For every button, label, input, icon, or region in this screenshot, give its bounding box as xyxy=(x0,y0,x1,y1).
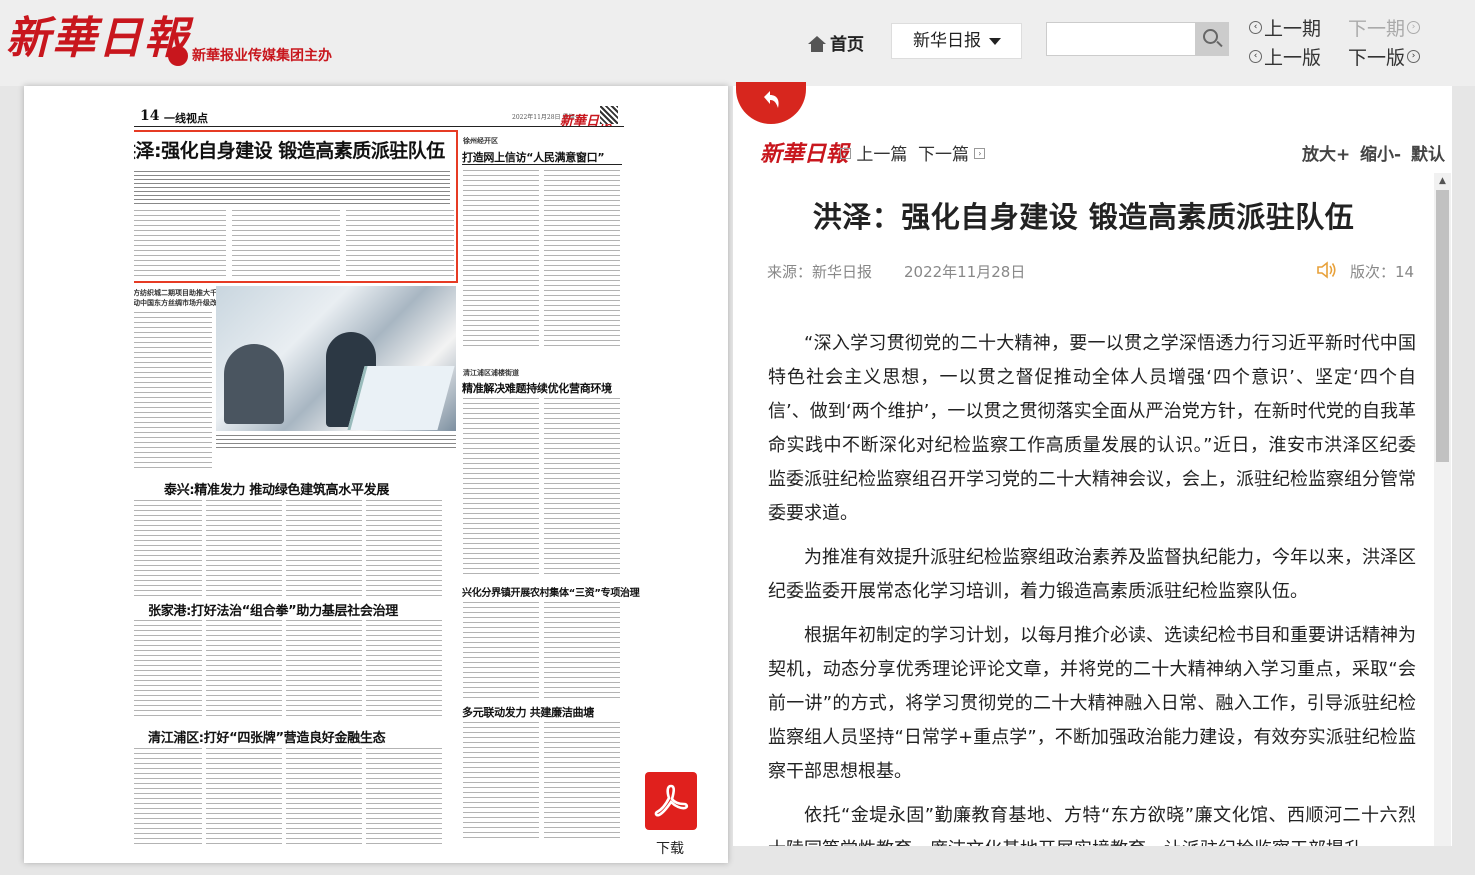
host-line: 新華报业传媒集团主办 xyxy=(168,45,332,66)
text-column xyxy=(286,618,362,718)
chevron-left-icon: ‹ xyxy=(840,147,851,159)
download-label[interactable]: 下载 xyxy=(656,838,684,858)
text-column xyxy=(366,498,442,598)
chevron-right-icon: › xyxy=(974,147,986,159)
article-kicker: 清江浦区浦楼街道 xyxy=(463,368,519,377)
header-rule xyxy=(134,126,624,127)
zoom-in-button[interactable]: 放大+ xyxy=(1302,140,1350,165)
pdf-icon xyxy=(654,784,689,817)
text-column xyxy=(134,618,202,718)
text-column xyxy=(134,208,226,278)
text-column xyxy=(286,746,362,846)
prev-article-link[interactable]: ‹ 上一篇 xyxy=(840,140,907,165)
top-bar: 新華日報 新華报业传媒集团主办 首页 新华日报 ‹ 上一期 下一期 › ‹ 上一版 下… xyxy=(0,0,1475,86)
home-link[interactable]: 首页 xyxy=(808,30,864,55)
speaker-icon[interactable] xyxy=(1316,261,1338,279)
text-column xyxy=(463,720,539,840)
host-text: 新華报业传媒集团主办 xyxy=(192,48,332,64)
qr-code-icon xyxy=(600,106,618,124)
newspaper-select-value: 新华日报 xyxy=(913,31,981,51)
article-logo: 新華日報 xyxy=(760,141,849,167)
newspaper-select[interactable]: 新华日报 xyxy=(891,23,1022,59)
article-title[interactable]: 精准解决难题持续优化营商环境 xyxy=(462,380,612,396)
text-column xyxy=(544,396,620,576)
article-paragraph: “深入学习贯彻党的二十大精神，要一以贯之学深悟透力行习近平新时代中国特色社会主义… xyxy=(768,333,1416,524)
text-column xyxy=(463,396,539,576)
chevron-right-icon: › xyxy=(1407,50,1421,63)
article-date: 2022年11月28日 xyxy=(904,263,1026,281)
article-edition: 版次：14 xyxy=(1350,263,1415,281)
text-column xyxy=(286,498,362,598)
article-title[interactable]: 清江浦区:打好“四张牌”营造良好金融生态 xyxy=(148,727,386,746)
newspaper-page-viewer: 14 一线视点 2022年11月28日 星期一 新華日報 洪泽:强化自身建设 锻… xyxy=(24,86,728,863)
article-title[interactable]: 泰兴:精准发力 推动绿色建筑高水平发展 xyxy=(164,479,389,498)
page-section: 一线视点 xyxy=(164,112,208,125)
article-title[interactable]: 多元联动发力 共建廉洁曲塘 xyxy=(462,704,594,720)
pdf-download-button[interactable] xyxy=(645,772,697,830)
next-issue-link[interactable]: 下一期 › xyxy=(1348,14,1422,41)
home-icon xyxy=(808,36,826,52)
scrollbar-thumb[interactable] xyxy=(1436,190,1449,462)
article-body: “深入学习贯彻党的二十大精神，要一以贯之学深悟透力行习近平新时代中国特色社会主义… xyxy=(768,327,1416,846)
article-title[interactable]: 兴化分界镇开展农村集体“三资”专项治理 xyxy=(462,584,640,599)
zoom-default-button[interactable]: 默认 xyxy=(1411,140,1445,165)
zoom-out-button[interactable]: 缩小- xyxy=(1360,140,1401,165)
back-arrow-icon xyxy=(764,91,779,108)
text-column xyxy=(134,498,202,598)
xinhua-group-logo-icon xyxy=(168,46,188,66)
text-column xyxy=(463,168,539,348)
article-paragraph: 为推准有效提升派驻纪检监察组政治素养及监督执纪能力，今年以来，洪泽区纪委监委开展… xyxy=(768,547,1416,602)
news-photo xyxy=(216,286,456,431)
text-column xyxy=(346,208,454,278)
text-column xyxy=(232,208,340,278)
xinhua-daily-logo[interactable]: 新華日報 xyxy=(6,2,190,66)
text-column xyxy=(544,600,620,700)
article-title[interactable]: 打造网上信访“人民满意窗口” xyxy=(462,149,605,165)
article-title: 洪泽：强化自身建设 锻造高素质派驻队伍 xyxy=(812,200,1355,234)
caret-down-icon xyxy=(989,38,1001,45)
photo-caption xyxy=(216,434,456,450)
text-column xyxy=(206,746,282,846)
text-column xyxy=(134,746,202,846)
article-kicker: 徐州经开区 xyxy=(463,136,498,145)
page-number: 14 xyxy=(140,108,160,124)
chevron-right-icon: › xyxy=(1407,21,1421,34)
prev-issue-link[interactable]: ‹ 上一期 xyxy=(1247,14,1321,41)
scroll-up-arrow-icon[interactable]: ▲ xyxy=(1434,173,1451,190)
text-column xyxy=(366,746,442,846)
text-column xyxy=(134,310,212,470)
article-title[interactable]: 推动中国东方丝绸市场升级改变 xyxy=(134,298,224,308)
chevron-left-icon: ‹ xyxy=(1249,21,1262,34)
next-article-link[interactable]: 下一篇 › xyxy=(918,140,986,165)
text-column xyxy=(366,618,442,718)
chevron-left-icon: ‹ xyxy=(1249,50,1262,63)
text-column xyxy=(544,720,620,840)
text-column xyxy=(463,600,539,700)
text-column xyxy=(544,168,620,348)
lead-abstract xyxy=(134,170,450,204)
newspaper-page-image[interactable]: 14 一线视点 2022年11月28日 星期一 新華日報 洪泽:强化自身建设 锻… xyxy=(134,86,644,863)
article-paragraph: 根据年初制定的学习计划，以每月推介必读、选读纪检书目和重要讲话精神为契机，动态分… xyxy=(768,625,1416,782)
article-title[interactable]: 张家港:打好法治“组合拳”助力基层社会治理 xyxy=(148,600,398,619)
next-edition-link[interactable]: 下一版 › xyxy=(1348,43,1422,70)
search-button[interactable] xyxy=(1195,22,1229,56)
search-input[interactable] xyxy=(1046,22,1196,56)
article-paragraph: 依托“金堤永固”勤廉教育基地、方特“东方欲晓”廉文化馆、西顺河二十六烈士陵园等党… xyxy=(768,805,1416,846)
home-label: 首页 xyxy=(830,35,864,55)
article-source: 来源：新华日报 xyxy=(767,263,873,281)
text-column xyxy=(206,618,282,718)
prev-edition-link[interactable]: ‹ 上一版 xyxy=(1247,43,1321,70)
text-column xyxy=(206,498,282,598)
